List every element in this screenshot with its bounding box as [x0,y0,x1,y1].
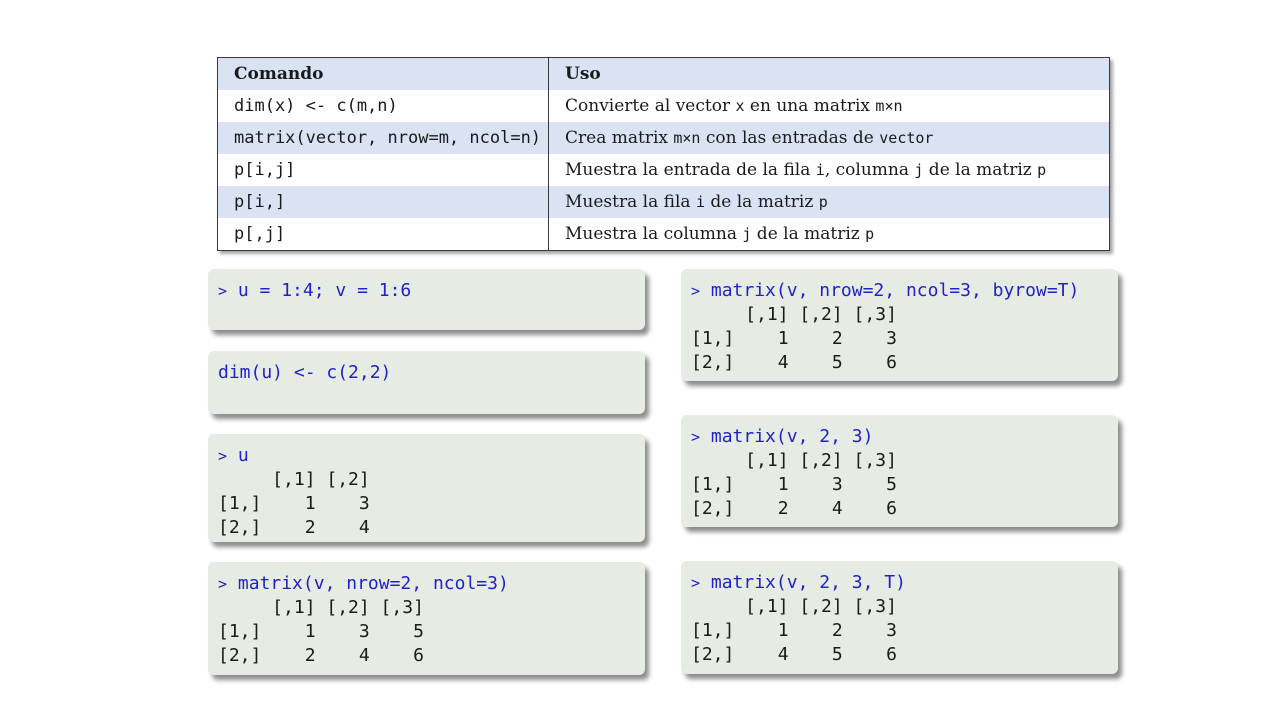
code-input-line: > u [218,444,645,468]
code-box-matrix-2-3: > matrix(v, 2, 3) [,1] [,2] [,3] [1,] 1 3… [681,415,1118,527]
usage-text-fragment: Muestra la columna [565,224,743,244]
code-output-line: [,1] [,2] [,3] [691,450,897,471]
usage-text-fragment: Muestra la entrada de la fila [565,160,816,180]
usage-code-fragment: p [1037,161,1047,179]
code-input: matrix(v, 2, 3) [710,426,874,447]
command-cell: p[i,] [217,186,549,218]
code-input: matrix(v, nrow=2, ncol=3, byrow=T) [710,280,1080,301]
usage-text-fragment: de la matriz [704,192,819,212]
code-box-matrix-byrow: > matrix(v, nrow=2, ncol=3, byrow=T) [,1… [681,269,1118,381]
code-output-line: [2,] 2 4 6 [691,498,897,519]
header-uso: Uso [565,64,601,84]
code-box-dim: dim(u) <- c(2,2) [208,351,645,414]
code-input: dim(u) <- c(2,2) [218,362,392,383]
usage-code-fragment: i [695,193,705,211]
prompt-symbol: > [691,282,701,300]
table-header-row: Comando Uso [217,57,1110,90]
code-input-line: > matrix(v, nrow=2, ncol=3) [218,572,645,596]
code-output-line: [1,] 1 3 5 [218,621,424,642]
code-input-line: > matrix(v, 2, 3, T) [691,571,1118,595]
usage-text-fragment: Muestra la fila [565,192,696,212]
code-box-u-output: > u [,1] [,2] [1,] 1 3 [2,] 2 4 [208,434,645,542]
code-input: u [237,445,249,466]
code-output-line: [,1] [,2] [,3] [691,304,897,325]
code-output-line: [1,] 1 3 [218,493,370,514]
command-cell: p[,j] [217,218,549,251]
usage-text-fragment: Crea matrix [565,128,674,148]
prompt-symbol: > [218,447,228,465]
table-row: p[i,j] Muestra la entrada de la fila i, c… [217,154,1110,186]
prompt-symbol: > [218,575,228,593]
code-output-line: [,1] [,2] [,3] [218,597,424,618]
command-table: Comando Uso dim(x) <- c(m,n) Convierte al… [217,57,1110,251]
usage-cell: Crea matrix m×n con las entradas de vect… [549,122,1110,154]
table-row: p[,j] Muestra la columna j de la matriz p [217,218,1110,251]
usage-code-fragment: p [818,193,828,211]
code-input-line: > matrix(v, 2, 3) [691,425,1118,449]
code-output-line: [1,] 1 3 5 [691,474,897,495]
code-output-line: [2,] 2 4 6 [218,645,424,666]
usage-cell: Convierte al vector x en una matrix m×n [549,90,1110,122]
prompt-symbol: > [218,282,228,300]
usage-text-fragment: de la matriz [923,160,1038,180]
table-row: dim(x) <- c(m,n) Convierte al vector x en… [217,90,1110,122]
command-cell: matrix(vector, nrow=m, ncol=n) [217,122,549,154]
code-output-line: [1,] 1 2 3 [691,620,897,641]
usage-code-fragment: i [815,161,825,179]
code-output-line: [,1] [,2] [218,469,370,490]
usage-cell: Muestra la entrada de la fila i, columna… [549,154,1110,186]
code-input: matrix(v, 2, 3, T) [710,572,906,593]
command-cell: p[i,j] [217,154,549,186]
usage-code-fragment: p [865,225,875,243]
code-box-matrix-nrow-ncol: > matrix(v, nrow=2, ncol=3) [,1] [,2] [,… [208,562,645,675]
code-output-line: [2,] 4 5 6 [691,644,897,665]
code-output-line: [2,] 2 4 [218,517,370,538]
usage-code-fragment: vector [879,129,934,147]
prompt-symbol: > [691,428,701,446]
prompt-symbol: > [691,574,701,592]
code-output-line: [2,] 4 5 6 [691,352,897,373]
command-cell: dim(x) <- c(m,n) [217,90,549,122]
usage-text-fragment: , columna [824,160,915,180]
usage-text-fragment: en una matrix [744,96,876,116]
usage-code-fragment: x [735,97,745,115]
usage-code-fragment: m×n [875,97,903,115]
header-comando: Comando [217,57,549,90]
usage-cell: Muestra la fila i de la matriz p [549,186,1110,218]
usage-code-fragment: m×n [673,129,701,147]
code-output-line: [,1] [,2] [,3] [691,596,897,617]
code-input-line: > matrix(v, nrow=2, ncol=3, byrow=T) [691,279,1118,303]
code-input-line: dim(u) <- c(2,2) [218,361,645,385]
code-input-line: > u = 1:4; v = 1:6 [218,279,645,303]
table-row: p[i,] Muestra la fila i de la matriz p [217,186,1110,218]
usage-text-fragment: de la matriz [751,224,866,244]
code-box-matrix-2-3-T: > matrix(v, 2, 3, T) [,1] [,2] [,3] [1,] … [681,561,1118,674]
code-box-vectors: > u = 1:4; v = 1:6 [208,269,645,330]
usage-cell: Muestra la columna j de la matriz p [549,218,1110,251]
code-input: u = 1:4; v = 1:6 [237,280,412,301]
usage-text-fragment: con las entradas de [700,128,880,148]
table-row: matrix(vector, nrow=m, ncol=n) Crea matri… [217,122,1110,154]
usage-text-fragment: Convierte al vector [565,96,736,116]
code-input: matrix(v, nrow=2, ncol=3) [237,573,509,594]
code-output-line: [1,] 1 2 3 [691,328,897,349]
